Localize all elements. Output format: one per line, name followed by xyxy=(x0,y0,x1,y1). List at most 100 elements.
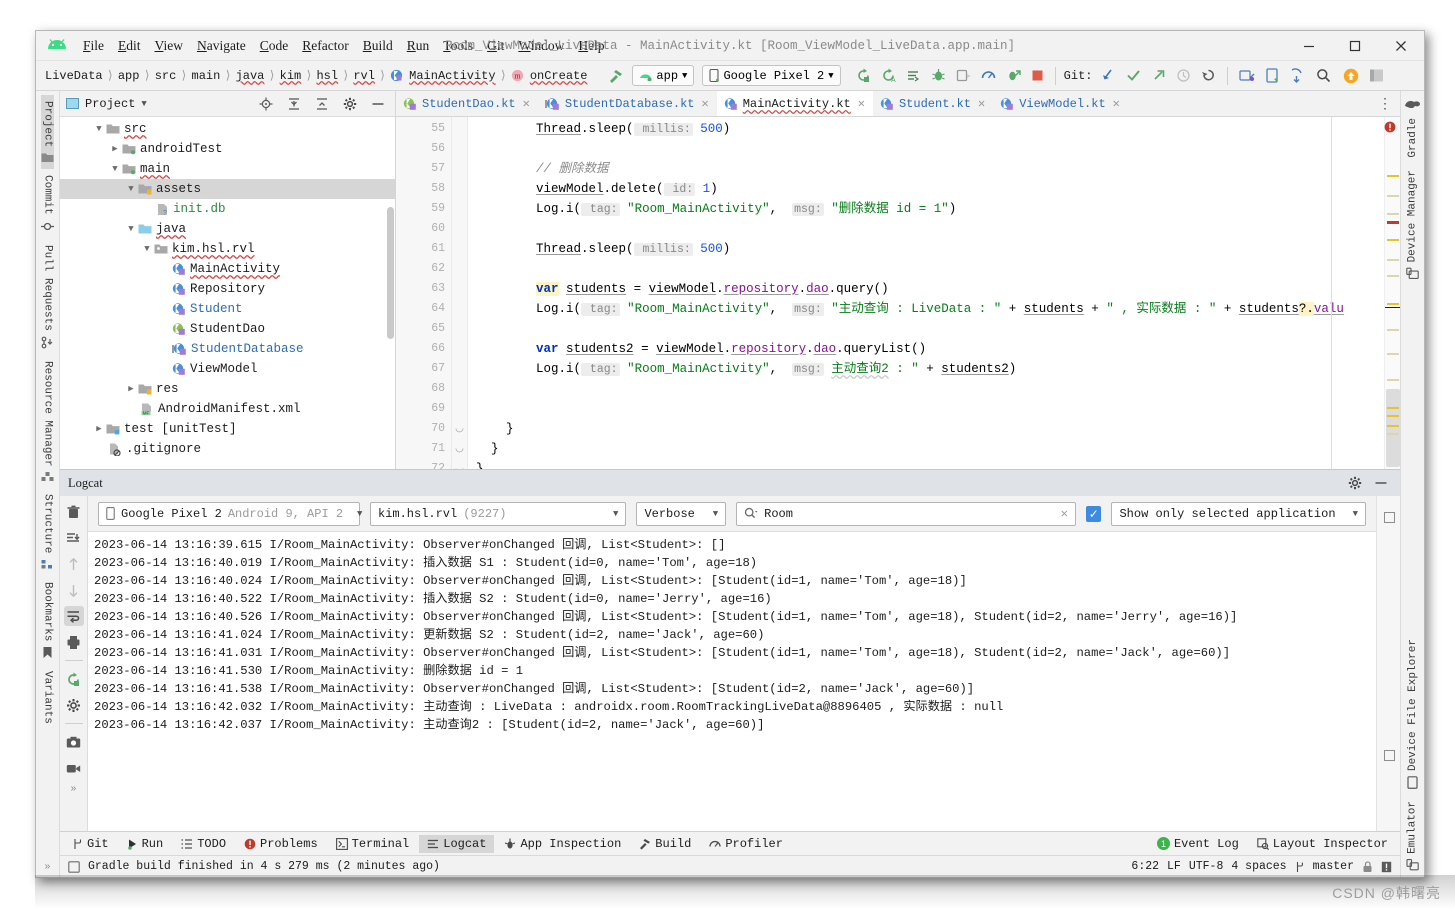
bottom-tab-logcat[interactable]: Logcat xyxy=(419,834,495,853)
chevron-down-icon[interactable]: ▼ xyxy=(140,244,154,254)
notification-badge-icon[interactable] xyxy=(1343,68,1359,84)
expand-all-icon[interactable] xyxy=(287,97,301,111)
logcat-process-selector[interactable]: kim.hsl.rvl (9227) ▼ xyxy=(370,501,627,526)
breadcrumb-mainactivity[interactable]: MainActivity xyxy=(406,69,498,83)
tree-node-student[interactable]: Student xyxy=(60,299,395,319)
sidebar-item-project[interactable]: Project xyxy=(41,95,54,170)
lock-icon[interactable] xyxy=(1362,860,1373,873)
editor-marker-bar[interactable] xyxy=(1384,117,1400,469)
sidebar-item-bookmarks[interactable]: Bookmarks xyxy=(42,576,54,665)
sync-gradle-icon[interactable] xyxy=(1289,68,1304,83)
tree-node-repository[interactable]: Repository xyxy=(60,279,395,299)
bottom-tab-layout-inspector[interactable]: Layout Inspector xyxy=(1249,835,1396,853)
fold-marker-icon[interactable]: ◡ xyxy=(452,419,467,439)
up-arrow-icon[interactable] xyxy=(64,554,84,574)
close-icon[interactable]: ✕ xyxy=(521,96,530,111)
locate-icon[interactable] xyxy=(259,97,273,111)
restart-icon[interactable] xyxy=(64,669,84,689)
sidebar-item-commit[interactable]: Commit xyxy=(41,169,54,239)
collapse-all-icon[interactable] xyxy=(315,97,329,111)
tree-node-test[interactable]: ▶ test [unitTest] xyxy=(60,419,395,439)
apply-changes-icon[interactable] xyxy=(1006,68,1021,83)
bottom-tab-build[interactable]: Build xyxy=(631,835,699,853)
tree-node-java[interactable]: ▼ java xyxy=(60,219,395,239)
bottom-tab-run[interactable]: Run xyxy=(119,835,172,853)
breadcrumb-oncreate[interactable]: onCreate xyxy=(527,69,591,83)
code-text[interactable]: Thread.sleep( millis: 500) // 删除数据 viewM… xyxy=(468,117,1384,469)
editor-tab-options-icon[interactable]: ⋮ xyxy=(1370,91,1400,116)
stop-icon[interactable] xyxy=(1031,69,1044,82)
maximize-button[interactable] xyxy=(1332,31,1378,61)
git-history-icon[interactable] xyxy=(1176,68,1191,83)
chevron-down-icon[interactable]: ▼ xyxy=(124,184,138,194)
error-count-icon[interactable] xyxy=(1384,120,1396,133)
settings-gear-icon[interactable] xyxy=(1348,476,1362,490)
file-encoding[interactable]: UTF-8 xyxy=(1189,860,1224,873)
trash-clear-icon[interactable] xyxy=(64,502,84,522)
menu-navigate[interactable]: Navigate xyxy=(190,35,253,57)
indent-setting[interactable]: 4 spaces xyxy=(1231,860,1286,873)
sidebar-item-emulator[interactable]: Emulator xyxy=(1406,795,1419,877)
fold-marker-icon[interactable]: ◡ xyxy=(452,439,467,459)
build-status-icon[interactable] xyxy=(68,860,80,873)
gradle-elephant-icon[interactable] xyxy=(1404,95,1421,112)
breadcrumb-main[interactable]: main xyxy=(189,69,224,83)
breadcrumb-rvl[interactable]: rvl xyxy=(350,69,378,83)
notifications-icon[interactable] xyxy=(1381,861,1392,873)
tree-node-viewmodel[interactable]: ViewModel xyxy=(60,359,395,379)
menu-view[interactable]: View xyxy=(148,35,190,57)
close-icon[interactable]: ✕ xyxy=(699,96,708,111)
device-selector[interactable]: Google Pixel 2 ▼ xyxy=(702,65,841,86)
more-chevrons-icon[interactable]: » xyxy=(70,784,76,795)
chevron-right-icon[interactable]: ▶ xyxy=(108,144,122,154)
logcat-device-selector[interactable]: Google Pixel 2 Android 9, API 2 ▼ xyxy=(98,501,362,526)
sidebar-item-pull-requests[interactable]: Pull Requests xyxy=(41,239,54,355)
tree-node-manifest[interactable]: MF AndroidManifest.xml xyxy=(60,399,395,419)
tree-node-mainactivity[interactable]: MainActivity xyxy=(60,259,395,279)
project-tree-scrollbar[interactable] xyxy=(387,207,394,339)
logcat-scope-selector[interactable]: Show only selected application ▼ xyxy=(1111,501,1366,526)
tree-node-main[interactable]: ▼ main xyxy=(60,159,395,179)
breadcrumb-java[interactable]: java xyxy=(233,69,268,83)
clear-search-icon[interactable]: ✕ xyxy=(1053,506,1068,521)
close-icon[interactable]: ✕ xyxy=(1111,96,1120,111)
show-output-icon[interactable] xyxy=(906,68,921,83)
bottom-tab-terminal[interactable]: Terminal xyxy=(328,835,418,853)
tab-studentdatabase-kt[interactable]: StudentDatabase.kt ✕ xyxy=(538,91,717,116)
tab-student-kt[interactable]: Student.kt ✕ xyxy=(873,91,993,116)
logcat-level-selector[interactable]: Verbose ▼ xyxy=(636,501,727,526)
menu-file[interactable]: File xyxy=(76,35,111,57)
sidebar-item-variants[interactable]: Variants xyxy=(42,665,54,730)
search-everywhere-icon[interactable] xyxy=(1316,68,1331,83)
close-button[interactable] xyxy=(1378,31,1424,61)
hide-panel-icon[interactable] xyxy=(371,97,385,111)
tree-node-src[interactable]: ▼ src xyxy=(60,119,395,139)
sidebar-item-resource-manager[interactable]: Resource Manager xyxy=(41,355,54,489)
code-editor[interactable]: 55 56 57 58 59 60 61 62 63 64 65 66 67 6… xyxy=(396,117,1400,469)
run-configuration-selector[interactable]: app ▼ xyxy=(632,65,695,86)
fold-marker-icon[interactable]: ◡ xyxy=(452,459,467,469)
close-icon[interactable]: ✕ xyxy=(976,96,985,111)
build-hammer-icon[interactable] xyxy=(608,68,624,84)
search-icon[interactable] xyxy=(744,507,758,520)
bottom-tab-profiler[interactable]: Profiler xyxy=(701,835,791,853)
layout-toggle-icon[interactable] xyxy=(1369,68,1384,83)
bottom-tab-git[interactable]: Git xyxy=(64,835,117,853)
breadcrumb-hsl[interactable]: hsl xyxy=(313,69,341,83)
bottom-tab-todo[interactable]: TODO xyxy=(173,835,234,853)
tab-viewmodel-kt[interactable]: ViewModel.kt ✕ xyxy=(993,91,1128,116)
tree-node-init-db[interactable]: ? init.db xyxy=(60,199,395,219)
bottom-tab-event-log[interactable]: 1 Event Log xyxy=(1149,835,1247,853)
breadcrumb-app[interactable]: app xyxy=(115,69,143,83)
debug-icon[interactable] xyxy=(931,68,946,83)
down-arrow-icon[interactable] xyxy=(64,580,84,600)
menu-git[interactable]: Git xyxy=(480,35,511,57)
more-tool-windows-icon[interactable]: » xyxy=(44,862,50,877)
minimize-button[interactable] xyxy=(1286,31,1332,61)
tab-mainactivity-kt[interactable]: MainActivity.kt ✕ xyxy=(716,91,873,116)
git-commit-icon[interactable] xyxy=(1126,68,1141,83)
rerun-tests-icon[interactable]: A xyxy=(881,68,896,83)
breadcrumb-kim[interactable]: kim xyxy=(277,69,305,83)
menu-refactor[interactable]: Refactor xyxy=(295,35,355,57)
chevron-right-icon[interactable]: ▶ xyxy=(92,424,106,434)
